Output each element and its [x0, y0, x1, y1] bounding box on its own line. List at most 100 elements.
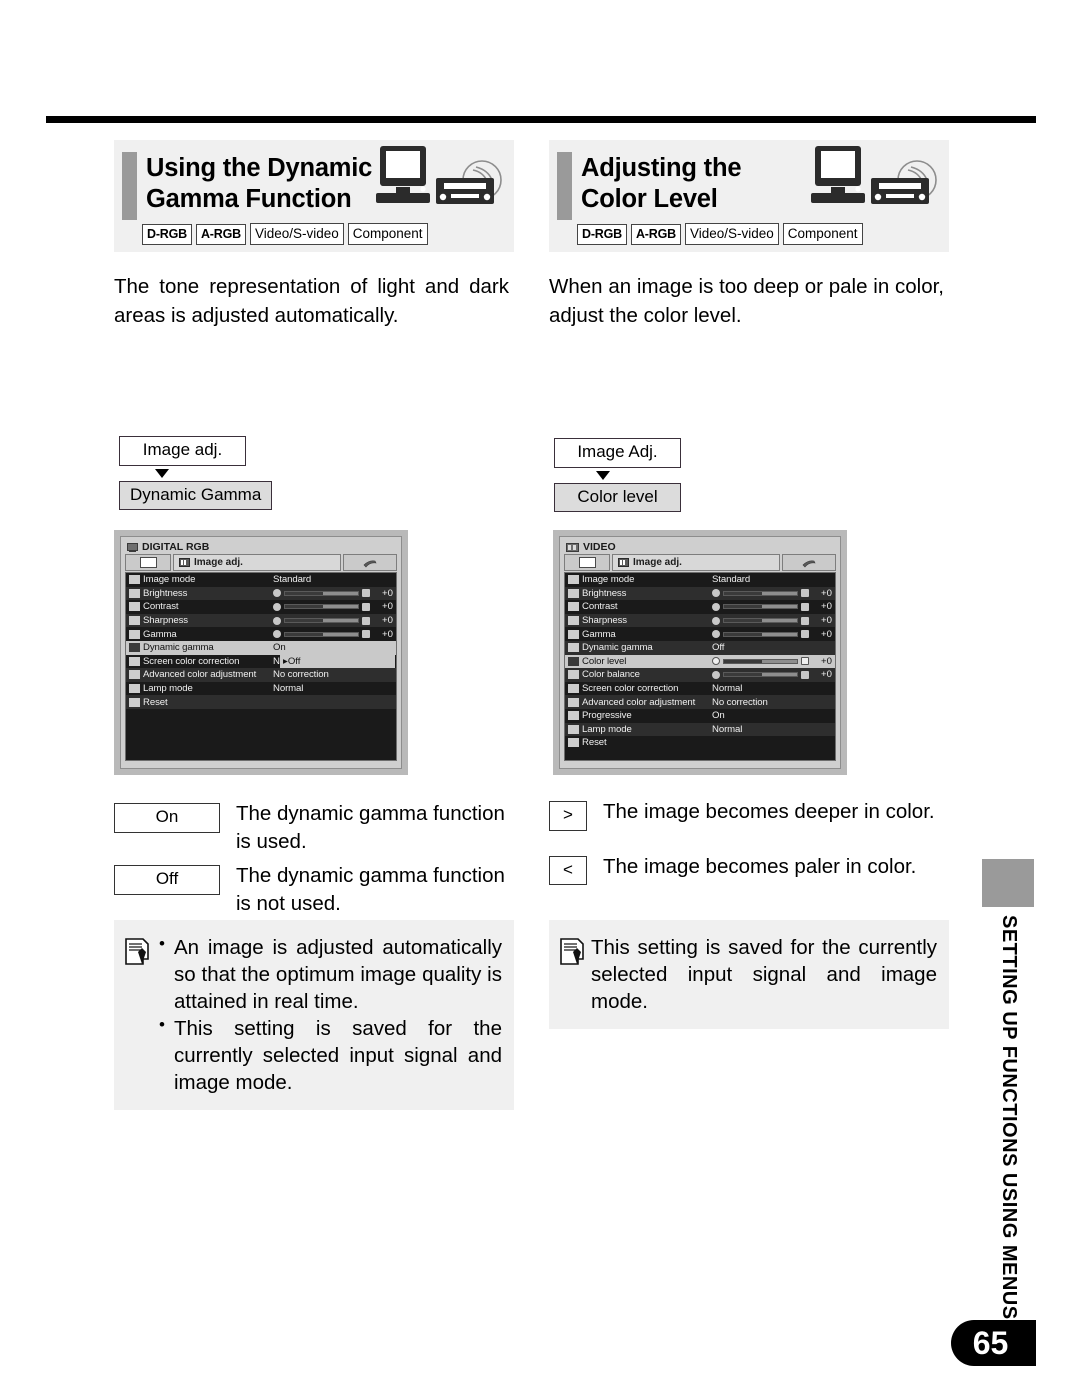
osd-menu-item[interactable]: Contrast +0 — [126, 600, 396, 614]
osd-menu-item[interactable]: Reset — [565, 736, 835, 750]
osd-menu-item[interactable]: Lamp mode Normal — [126, 682, 396, 696]
osd-item-label: Advanced color adjustment — [143, 669, 257, 681]
slider-track[interactable] — [284, 604, 359, 610]
osd-menu-item[interactable]: Color level +0 — [565, 654, 835, 669]
section-title-line2: Gamma Function — [146, 185, 352, 214]
osd-menu-item[interactable]: Screen color correction Normal — [565, 682, 835, 696]
osd-menu-item[interactable]: Lamp mode Normal — [565, 722, 835, 737]
slider-track[interactable] — [284, 590, 359, 596]
slider-track[interactable] — [723, 658, 798, 664]
osd-signal-label: VIDEO — [564, 540, 836, 554]
osd-slider[interactable]: +0 — [712, 669, 832, 680]
osd-slider[interactable]: +0 — [712, 601, 832, 612]
osd-menu-item[interactable]: Image mode Standard — [126, 573, 396, 587]
osd-menu-item[interactable]: Sharpness +0 — [126, 613, 396, 628]
osd-slider[interactable]: +0 — [712, 615, 832, 626]
menu-path-diagram: Image adj. Dynamic Gamma — [119, 436, 273, 511]
osd-slider[interactable]: +0 — [273, 615, 393, 626]
osd-item-label: Gamma — [582, 628, 616, 640]
osd-menu-item[interactable]: Sharpness +0 — [565, 613, 835, 628]
osd-menu-item[interactable]: Contrast +0 — [565, 600, 835, 614]
option-row: < The image becomes paler in color. — [549, 853, 959, 886]
osd-menu-item[interactable]: Gamma +0 — [126, 627, 396, 641]
osd-menu-item[interactable]: Advanced color adjustment No correction — [565, 695, 835, 709]
osd-menu-item[interactable]: Reset — [126, 695, 396, 709]
slider-track[interactable] — [723, 604, 798, 610]
osd-item-label: Image mode — [582, 574, 635, 586]
slider-min-icon — [712, 602, 720, 611]
osd-menu-item[interactable]: Progressive On — [565, 709, 835, 723]
osd-menu-item[interactable]: Dynamic gamma Off — [565, 640, 835, 655]
computer-icon — [811, 146, 865, 203]
osd-slider[interactable]: +0 — [273, 601, 393, 612]
slider-min-icon — [712, 616, 720, 625]
note-icon — [559, 934, 591, 1015]
osd-screenshot-dynamic-gamma: DIGITAL RGB Image adj. Image mode Standar… — [114, 530, 408, 775]
osd-slider[interactable]: +0 — [712, 629, 832, 640]
osd-item-value: Off — [712, 642, 725, 654]
osd-tab-image-adj[interactable]: Image adj. — [173, 554, 341, 571]
chapter-tab-marker — [982, 859, 1034, 907]
section-title-line1: Adjusting the — [581, 154, 742, 182]
osd-slider[interactable]: +0 — [712, 656, 832, 667]
osd-item-value: Normal — [712, 683, 743, 695]
osd-item-value: +0 — [821, 628, 832, 640]
slider-max-icon — [362, 616, 370, 625]
section-accent-bar — [557, 152, 572, 220]
reset-icon — [129, 697, 140, 707]
note-paragraph: This setting is saved for the currently … — [591, 936, 937, 1014]
osd-item-label: Brightness — [582, 587, 627, 599]
slider-min-icon — [273, 630, 281, 639]
option-description: The dynamic gamma function is not used. — [236, 864, 505, 916]
osd-menu-item[interactable]: Image mode Standard — [565, 573, 835, 587]
osd-item-value: Normal — [712, 723, 743, 735]
slider-track[interactable] — [723, 618, 798, 624]
device-icons — [356, 144, 506, 230]
osd-item-label: Image mode — [143, 574, 196, 586]
osd-menu-item[interactable]: Gamma +0 — [565, 627, 835, 641]
osd-item-value: +0 — [382, 628, 393, 640]
osd-tab-display[interactable] — [564, 554, 610, 571]
osd-item-label: Brightness — [143, 587, 188, 599]
option-row: > The image becomes deeper in color. — [549, 798, 959, 831]
menu-path-parent: Image adj. — [119, 436, 246, 466]
osd-menu-list: Image mode Standard Brightness +0 Contrast +0… — [564, 572, 836, 761]
popup-option-label[interactable]: Off — [288, 656, 301, 667]
osd-menu-item[interactable]: Brightness +0 — [565, 586, 835, 601]
slider-max-icon — [801, 616, 809, 625]
osd-tab-settings[interactable] — [782, 554, 836, 571]
slider-track[interactable] — [723, 672, 798, 678]
option-key-right[interactable]: > — [549, 801, 587, 831]
note-text: An image is adjusted automatically so th… — [156, 933, 502, 1096]
brightness-icon — [568, 588, 579, 598]
osd-slider[interactable]: +0 — [273, 588, 393, 599]
option-list-dynamic-gamma: On The dynamic gamma function is used. O… — [114, 800, 514, 925]
osd-tab-image-adj[interactable]: Image adj. — [612, 554, 780, 571]
option-description: The image becomes deeper in color. — [603, 800, 935, 823]
slider-track[interactable] — [284, 618, 359, 624]
osd-slider[interactable]: +0 — [712, 588, 832, 599]
osd-menu-item[interactable]: Dynamic gamma On — [126, 640, 396, 655]
osd-menu-item[interactable]: Brightness +0 — [126, 586, 396, 601]
option-key-on[interactable]: On — [114, 803, 220, 833]
option-key-off[interactable]: Off — [114, 865, 220, 896]
section-title-line2: Color Level — [581, 185, 718, 214]
osd-menu-item[interactable]: Advanced color adjustment No correction — [126, 668, 396, 682]
osd-slider[interactable]: +0 — [273, 629, 393, 640]
osd-tab-settings[interactable] — [343, 554, 397, 571]
chapter-tab-label: SETTING UP FUNCTIONS USING MENUS — [998, 915, 1020, 1320]
osd-menu-item[interactable]: Color balance +0 — [565, 668, 835, 682]
note-box-color-level: This setting is saved for the currently … — [549, 920, 949, 1030]
slider-min-icon — [273, 602, 281, 611]
osd-item-value: Normal — [273, 683, 304, 695]
option-key-left[interactable]: < — [549, 855, 587, 886]
slider-track[interactable] — [723, 631, 798, 637]
osd-tab-display[interactable] — [125, 554, 171, 571]
av-receiver-icon — [871, 178, 929, 204]
osd-item-value: Standard — [273, 574, 312, 586]
slider-track[interactable] — [723, 590, 798, 596]
signal-tag: D-RGB — [577, 223, 627, 245]
slider-track[interactable] — [284, 631, 359, 637]
osd-item-label: Color balance — [582, 669, 640, 681]
osd-dropdown-popup[interactable]: ▸ Off — [280, 654, 395, 669]
